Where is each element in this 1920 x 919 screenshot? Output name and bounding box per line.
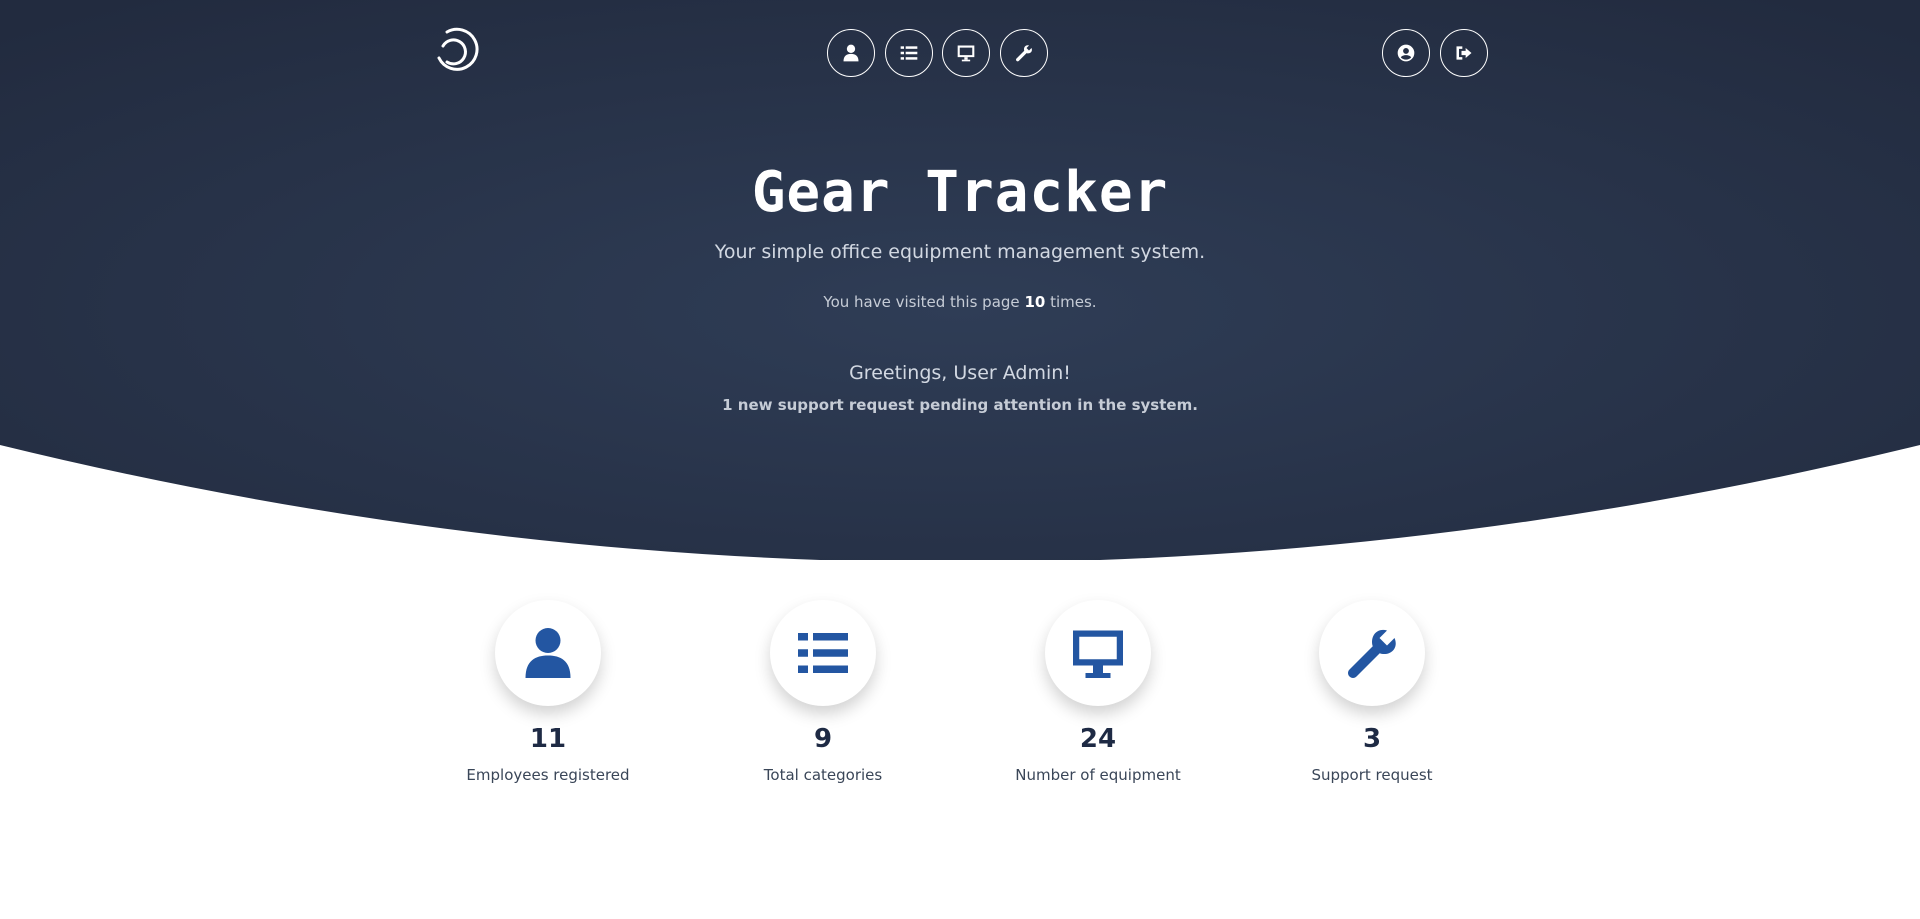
nav-equipment-button[interactable]: [942, 29, 990, 77]
user-icon: [843, 44, 859, 62]
user-circle-icon: [1397, 44, 1415, 62]
logout-button[interactable]: [1440, 29, 1488, 77]
stat-equipment: 24 Number of equipment: [983, 600, 1213, 784]
nav-support-button[interactable]: [1000, 29, 1048, 77]
hero-section: Gear Tracker Your simple office equipmen…: [0, 0, 1920, 560]
stat-value: 9: [813, 724, 833, 754]
wrench-icon: [1348, 629, 1396, 678]
stat-icon-circle: [770, 600, 876, 706]
nav-employees-button[interactable]: [827, 29, 875, 77]
stat-employees: 11 Employees registered: [433, 600, 663, 784]
monitor-icon: [1073, 630, 1123, 678]
stat-icon-circle: [495, 600, 601, 706]
stat-value: 24: [1079, 724, 1117, 754]
stat-label: Number of equipment: [1015, 766, 1181, 784]
list-icon: [900, 46, 918, 60]
monitor-icon: [957, 45, 975, 62]
stat-icon-circle: [1319, 600, 1425, 706]
stat-label: Employees registered: [466, 766, 630, 784]
wrench-icon: [1016, 45, 1032, 62]
profile-button[interactable]: [1382, 29, 1430, 77]
nav-categories-button[interactable]: [885, 29, 933, 77]
power-swirl-icon[interactable]: [433, 24, 479, 76]
page-title: Gear Tracker: [751, 160, 1169, 225]
stat-label: Support request: [1311, 766, 1433, 784]
stat-value: 3: [1362, 724, 1382, 754]
visit-counter-prefix: You have visited this page: [823, 293, 1020, 311]
greeting-text: Greetings, User Admin!: [849, 362, 1071, 384]
stat-categories: 9 Total categories: [708, 600, 938, 784]
sign-out-icon: [1456, 46, 1472, 60]
visit-counter: You have visited this page 10 times.: [0, 293, 1920, 311]
page-subtitle: Your simple office equipment management …: [714, 241, 1206, 263]
hero-background: [0, 0, 1920, 560]
pending-requests-text: 1 new support request pending attention …: [722, 396, 1198, 414]
user-icon: [525, 628, 571, 678]
stat-value: 11: [529, 724, 567, 754]
list-icon: [798, 633, 848, 673]
visit-count: 10: [1024, 293, 1046, 311]
stat-label: Total categories: [763, 766, 883, 784]
stat-icon-circle: [1045, 600, 1151, 706]
stat-support: 3 Support request: [1257, 600, 1487, 784]
visit-counter-suffix: times.: [1050, 293, 1097, 311]
